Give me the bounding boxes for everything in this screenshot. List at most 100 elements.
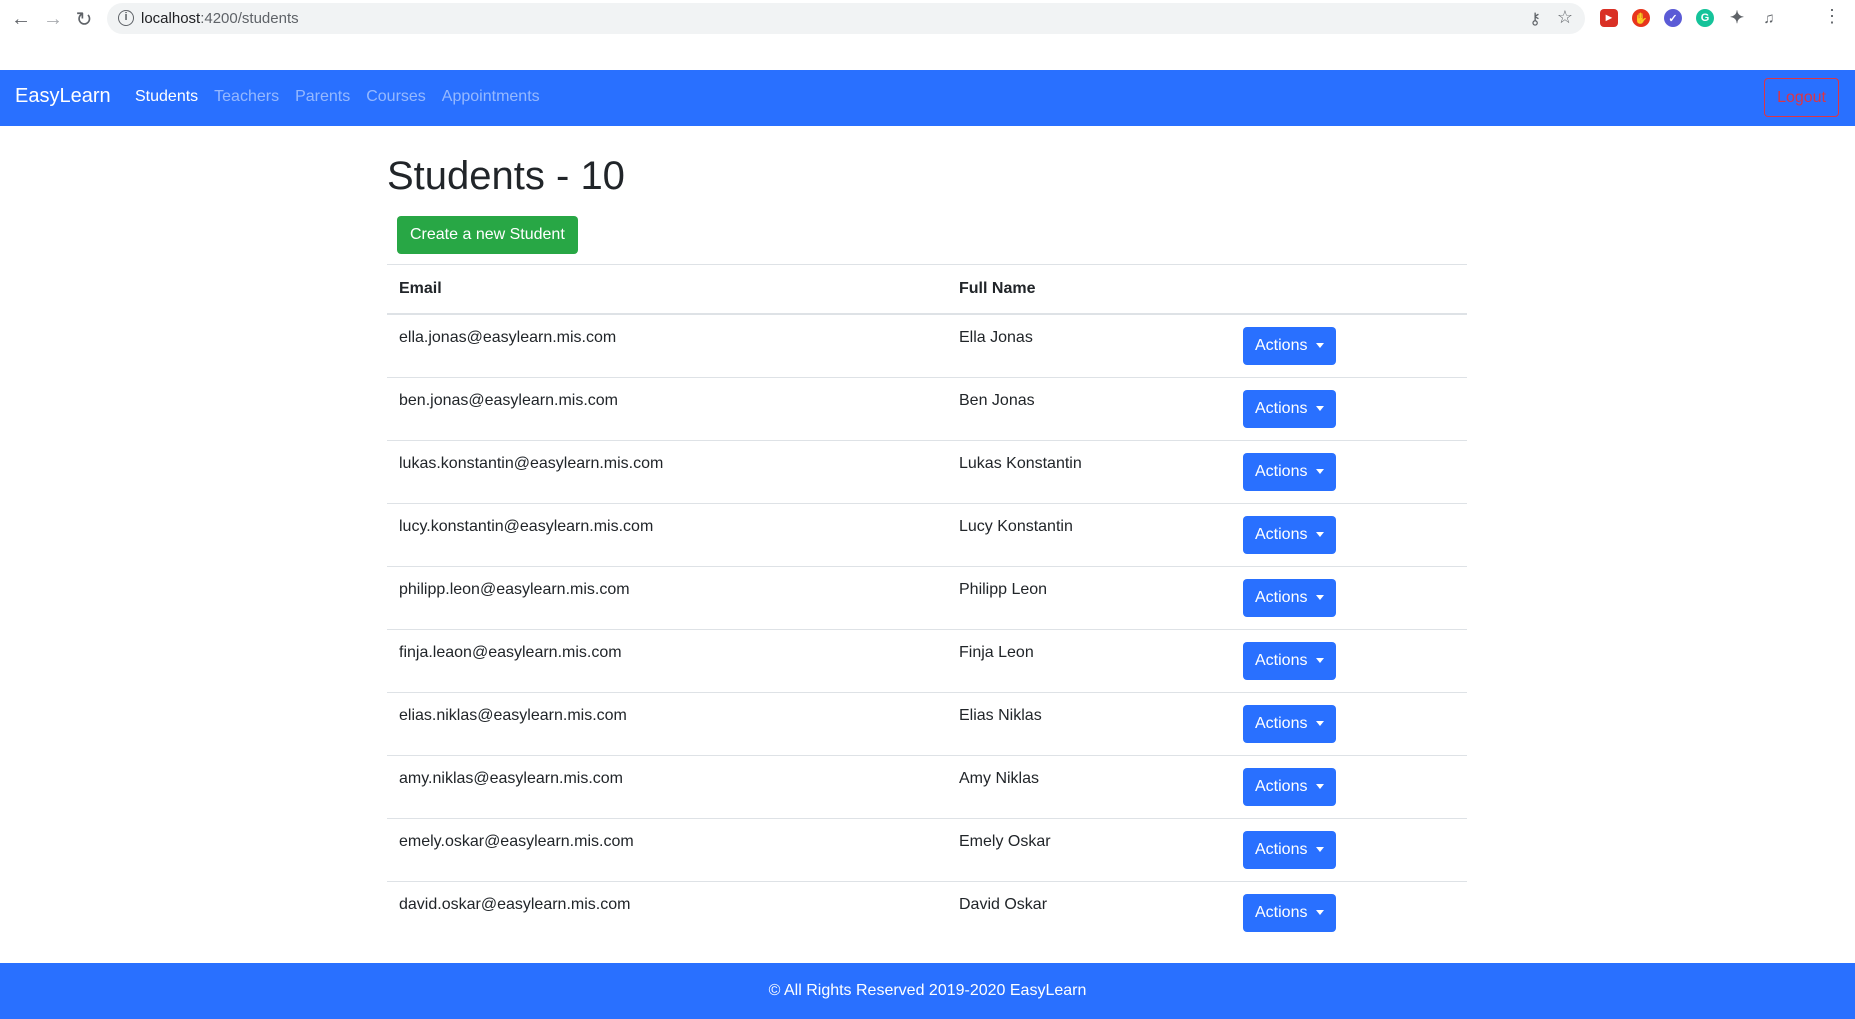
table-row: emely.oskar@easylearn.mis.com Emely Oskar… (387, 817, 1467, 881)
site-info-icon[interactable]: i (118, 10, 134, 26)
caret-down-icon (1316, 595, 1325, 600)
student-full-name: David Oskar (947, 880, 1231, 944)
student-email: lucy.konstantin@easylearn.mis.com (387, 502, 947, 566)
actions-label: Actions (1255, 840, 1308, 858)
actions-cell: Actions (1231, 502, 1467, 566)
actions-dropdown-button[interactable]: Actions (1243, 389, 1337, 428)
back-arrow-icon[interactable]: ← (8, 6, 34, 32)
student-full-name: Elias Niklas (947, 691, 1231, 755)
nav-link-teachers[interactable]: Teachers (214, 88, 279, 106)
student-email: ben.jonas@easylearn.mis.com (387, 376, 947, 440)
main-content: Students - 10 Create a new Student Email… (387, 126, 1467, 944)
student-full-name: Philipp Leon (947, 565, 1231, 629)
actions-label: Actions (1255, 777, 1308, 795)
media-control-icon[interactable]: ♫ (1760, 9, 1778, 27)
table-row: lucy.konstantin@easylearn.mis.com Lucy Ko… (387, 502, 1467, 566)
table-row: david.oskar@easylearn.mis.com David Oskar… (387, 880, 1467, 944)
caret-down-icon (1316, 469, 1325, 474)
column-header-actions (1231, 264, 1467, 315)
brand-logo[interactable]: EasyLearn (15, 85, 111, 108)
address-bar[interactable]: i localhost:4200/students ⚷ ☆ (107, 3, 1585, 34)
student-email: finja.leaon@easylearn.mis.com (387, 628, 947, 692)
actions-label: Actions (1255, 399, 1308, 417)
actions-label: Actions (1255, 588, 1308, 606)
actions-cell: Actions (1231, 439, 1467, 503)
student-email: david.oskar@easylearn.mis.com (387, 880, 947, 944)
nav-links: Students Teachers Parents Courses Appoin… (135, 88, 540, 106)
caret-down-icon (1316, 343, 1325, 348)
address-url[interactable]: localhost:4200/students (141, 10, 299, 27)
actions-cell: Actions (1231, 691, 1467, 755)
student-full-name: Amy Niklas (947, 754, 1231, 818)
student-email: amy.niklas@easylearn.mis.com (387, 754, 947, 818)
column-header-full-name: Full Name (947, 264, 1231, 315)
browser-menu-icon[interactable]: ⋮ (1823, 6, 1841, 27)
extension-icon[interactable]: ✓ (1664, 9, 1682, 27)
actions-cell: Actions (1231, 313, 1467, 377)
caret-down-icon (1316, 532, 1325, 537)
student-email: elias.niklas@easylearn.mis.com (387, 691, 947, 755)
page-title: Students - 10 (387, 154, 625, 198)
table-row: finja.leaon@easylearn.mis.com Finja Leon A… (387, 628, 1467, 692)
actions-dropdown-button[interactable]: Actions (1243, 578, 1337, 617)
actions-label: Actions (1255, 336, 1308, 354)
bookmark-star-icon[interactable]: ☆ (1557, 7, 1573, 28)
create-student-button[interactable]: Create a new Student (397, 216, 578, 254)
caret-down-icon (1316, 784, 1325, 789)
actions-cell: Actions (1231, 565, 1467, 629)
nav-link-parents[interactable]: Parents (295, 88, 350, 106)
table-row: amy.niklas@easylearn.mis.com Amy Niklas Ac… (387, 754, 1467, 818)
table-row: lukas.konstantin@easylearn.mis.com Lukas … (387, 439, 1467, 503)
app-navbar: EasyLearn Students Teachers Parents Cour… (0, 70, 1855, 126)
nav-link-courses[interactable]: Courses (366, 88, 426, 106)
caret-down-icon (1316, 721, 1325, 726)
actions-dropdown-button[interactable]: Actions (1243, 893, 1337, 932)
actions-cell: Actions (1231, 754, 1467, 818)
table-row: ella.jonas@easylearn.mis.com Ella Jonas Ac… (387, 313, 1467, 377)
key-icon[interactable]: ⚷ (1529, 9, 1541, 29)
logout-button[interactable]: Logout (1764, 78, 1839, 117)
table-header-row: Email Full Name (387, 264, 1467, 315)
actions-dropdown-button[interactable]: Actions (1243, 704, 1337, 743)
actions-label: Actions (1255, 525, 1308, 543)
caret-down-icon (1316, 910, 1325, 915)
actions-label: Actions (1255, 903, 1308, 921)
nav-link-students[interactable]: Students (135, 88, 198, 106)
actions-dropdown-button[interactable]: Actions (1243, 767, 1337, 806)
actions-dropdown-button[interactable]: Actions (1243, 641, 1337, 680)
student-full-name: Ella Jonas (947, 313, 1231, 377)
table-row: philipp.leon@easylearn.mis.com Philipp Le… (387, 565, 1467, 629)
actions-dropdown-button[interactable]: Actions (1243, 326, 1337, 365)
student-email: lukas.konstantin@easylearn.mis.com (387, 439, 947, 503)
actions-cell: Actions (1231, 817, 1467, 881)
browser-toolbar: ← → ↻ i localhost:4200/students ⚷ ☆ ► ✋ … (0, 0, 1855, 70)
student-full-name: Finja Leon (947, 628, 1231, 692)
caret-down-icon (1316, 847, 1325, 852)
actions-dropdown-button[interactable]: Actions (1243, 830, 1337, 869)
extensions-puzzle-icon[interactable]: ✦ (1728, 8, 1746, 27)
actions-label: Actions (1255, 714, 1308, 732)
actions-cell: Actions (1231, 376, 1467, 440)
student-full-name: Lucy Konstantin (947, 502, 1231, 566)
student-full-name: Emely Oskar (947, 817, 1231, 881)
student-full-name: Ben Jonas (947, 376, 1231, 440)
forward-arrow-icon[interactable]: → (40, 6, 66, 32)
actions-cell: Actions (1231, 628, 1467, 692)
column-header-email: Email (387, 264, 947, 315)
extension-icon[interactable]: ► (1600, 9, 1618, 27)
actions-dropdown-button[interactable]: Actions (1243, 515, 1337, 554)
actions-dropdown-button[interactable]: Actions (1243, 452, 1337, 491)
caret-down-icon (1316, 406, 1325, 411)
student-email: philipp.leon@easylearn.mis.com (387, 565, 947, 629)
caret-down-icon (1316, 658, 1325, 663)
table-row: elias.niklas@easylearn.mis.com Elias Nikl… (387, 691, 1467, 755)
extension-icon[interactable]: G (1696, 9, 1714, 27)
student-full-name: Lukas Konstantin (947, 439, 1231, 503)
actions-label: Actions (1255, 462, 1308, 480)
extension-icon[interactable]: ✋ (1632, 9, 1650, 27)
actions-cell: Actions (1231, 880, 1467, 944)
student-email: ella.jonas@easylearn.mis.com (387, 313, 947, 377)
table-row: ben.jonas@easylearn.mis.com Ben Jonas Acti… (387, 376, 1467, 440)
reload-icon[interactable]: ↻ (71, 6, 97, 32)
nav-link-appointments[interactable]: Appointments (442, 88, 540, 106)
